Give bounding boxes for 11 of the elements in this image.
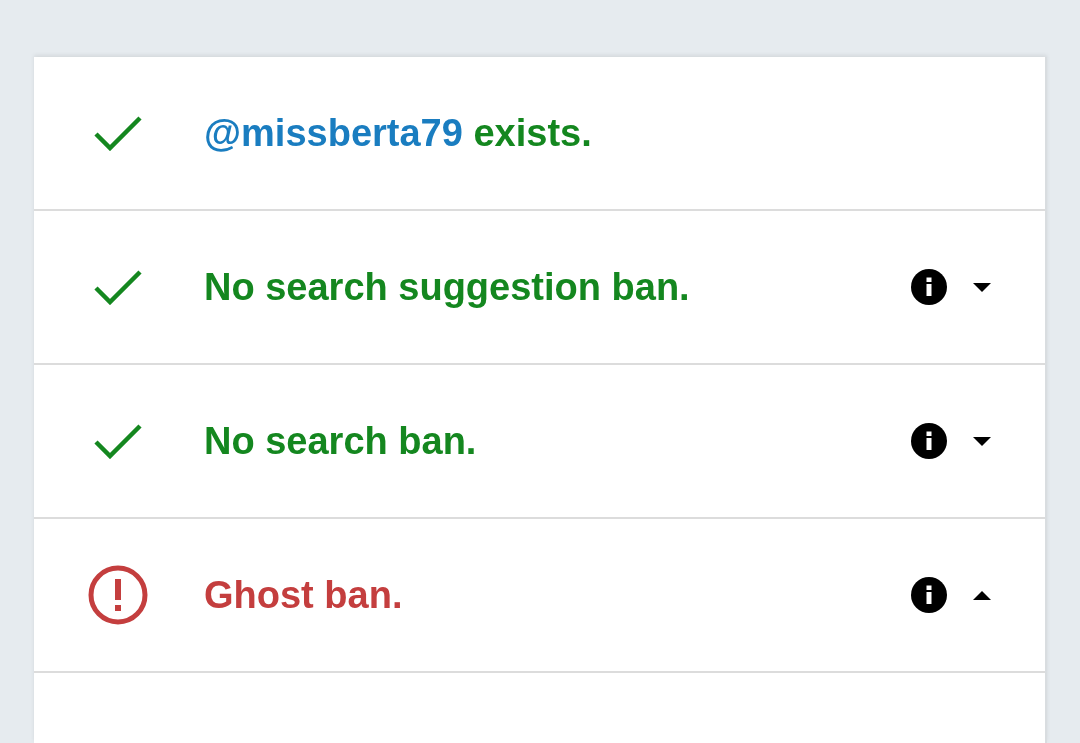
caret-up-icon[interactable]	[973, 590, 991, 600]
caret-down-icon[interactable]	[973, 436, 991, 446]
info-icon[interactable]	[911, 423, 947, 459]
handle-link[interactable]: @missberta79	[204, 111, 463, 154]
check-result-text: @missberta79 exists.	[204, 111, 592, 154]
check-result-text: No search ban.	[204, 419, 477, 462]
caret-down-icon[interactable]	[973, 282, 991, 292]
info-icon[interactable]	[911, 577, 947, 613]
check-result-text: Ghost ban.	[204, 573, 403, 616]
info-icon[interactable]	[911, 269, 947, 305]
check-result-text: No search suggestion ban.	[204, 265, 690, 308]
